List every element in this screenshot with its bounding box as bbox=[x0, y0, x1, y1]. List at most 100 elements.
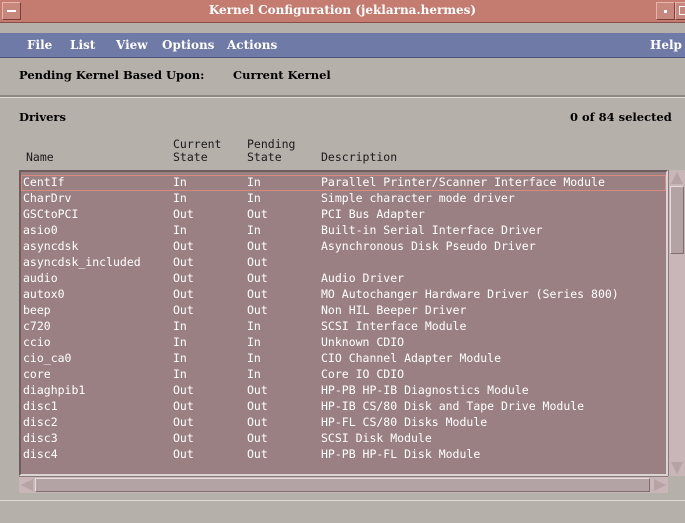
driver-name: disc3 bbox=[23, 431, 58, 445]
current-state: In bbox=[173, 335, 187, 349]
title-bar[interactable]: Kernel Configuration (jeklarna.hermes) bbox=[0, 0, 685, 23]
horizontal-scrollbar[interactable] bbox=[19, 476, 668, 493]
pending-state: In bbox=[247, 351, 261, 365]
driver-description: HP-PB HP-IB Diagnostics Module bbox=[321, 383, 529, 397]
column-header-description[interactable]: Description bbox=[321, 151, 397, 164]
drivers-list[interactable]: CentIf In In Parallel Printer/Scanner Inter… bbox=[19, 170, 668, 476]
current-state: Out bbox=[173, 431, 194, 445]
table-row[interactable]: cio_ca0 In In CIO Channel Adapter Module bbox=[21, 351, 666, 367]
driver-name: CharDrv bbox=[23, 191, 72, 205]
current-state: Out bbox=[173, 271, 194, 285]
current-state: Out bbox=[173, 399, 194, 413]
driver-name: cio_ca0 bbox=[23, 351, 72, 365]
table-row[interactable]: CharDrv In In Simple character mode driver bbox=[21, 191, 666, 207]
column-header-pending-state[interactable]: Pending State bbox=[247, 138, 295, 164]
table-row[interactable]: asyncdsk_included Out Out bbox=[21, 255, 666, 271]
table-row[interactable]: disc2 Out Out HP-FL CS/80 Disks Module bbox=[21, 415, 666, 431]
driver-description: HP-FL CS/80 Disks Module bbox=[321, 415, 488, 429]
column-header-name[interactable]: Name bbox=[26, 151, 54, 164]
table-row[interactable]: disc3 Out Out SCSI Disk Module bbox=[21, 431, 666, 447]
driver-name: GSCtoPCI bbox=[23, 207, 79, 221]
driver-name: c720 bbox=[23, 319, 51, 333]
driver-description: Core IO CDIO bbox=[321, 367, 405, 381]
pending-kernel-label: Pending Kernel Based Upon: bbox=[19, 68, 205, 82]
current-state: Out bbox=[173, 239, 194, 253]
minimize-icon bbox=[664, 10, 667, 13]
horizontal-scroll-thumb[interactable] bbox=[35, 478, 650, 492]
kernel-configuration-window: Kernel Configuration (jeklarna.hermes) F… bbox=[0, 0, 685, 523]
current-state: Out bbox=[173, 303, 194, 317]
driver-description: CIO Channel Adapter Module bbox=[321, 351, 502, 365]
menu-help[interactable]: Help bbox=[650, 38, 682, 52]
pending-state: In bbox=[247, 175, 261, 189]
driver-name: beep bbox=[23, 303, 51, 317]
current-state-header-line2: State bbox=[173, 150, 208, 164]
menu-actions[interactable]: Actions bbox=[227, 38, 277, 52]
menu-view[interactable]: View bbox=[116, 38, 148, 52]
current-state: In bbox=[173, 367, 187, 381]
window-title: Kernel Configuration (jeklarna.hermes) bbox=[208, 3, 477, 17]
driver-name: asyncdsk bbox=[23, 239, 79, 253]
driver-description: Parallel Printer/Scanner Interface Modul… bbox=[321, 175, 605, 189]
current-state: In bbox=[173, 175, 187, 189]
table-row[interactable]: disc1 Out Out HP-IB CS/80 Disk and Tape Dri… bbox=[21, 399, 666, 415]
driver-description: MO Autochanger Hardware Driver (Series 8… bbox=[321, 287, 619, 301]
table-row[interactable]: GSCtoPCI Out Out PCI Bus Adapter bbox=[21, 207, 666, 223]
scroll-left-arrow-icon[interactable] bbox=[21, 479, 33, 491]
pending-kernel-value: Current Kernel bbox=[233, 68, 331, 82]
driver-name: disc1 bbox=[23, 399, 58, 413]
pending-state: Out bbox=[247, 399, 268, 413]
scroll-up-arrow-icon[interactable] bbox=[671, 172, 683, 184]
table-row[interactable]: diaghpib1 Out Out HP-PB HP-IB Diagnostics M… bbox=[21, 383, 666, 399]
driver-description: HP-IB CS/80 Disk and Tape Drive Module bbox=[321, 399, 585, 413]
pending-kernel-row: Pending Kernel Based Upon: Current Kerne… bbox=[19, 68, 331, 82]
table-row[interactable]: asio0 In In Built-in Serial Interface Drive… bbox=[21, 223, 666, 239]
maximize-button[interactable] bbox=[675, 2, 685, 20]
menu-list[interactable]: List bbox=[70, 38, 95, 52]
pending-state: Out bbox=[247, 287, 268, 301]
pending-state: Out bbox=[247, 239, 268, 253]
vertical-scroll-thumb[interactable] bbox=[670, 186, 684, 254]
table-row[interactable]: c720 In In SCSI Interface Module bbox=[21, 319, 666, 335]
pending-state: Out bbox=[247, 255, 268, 269]
table-row[interactable]: asyncdsk Out Out Asynchronous Disk Pseudo D… bbox=[21, 239, 666, 255]
pending-state: In bbox=[247, 319, 261, 333]
driver-name: audio bbox=[23, 271, 58, 285]
scroll-right-arrow-icon[interactable] bbox=[654, 479, 666, 491]
drivers-title: Drivers bbox=[19, 110, 66, 124]
pending-state: Out bbox=[247, 415, 268, 429]
pending-state: In bbox=[247, 367, 261, 381]
table-row[interactable]: autox0 Out Out MO Autochanger Hardware Driv… bbox=[21, 287, 666, 303]
driver-name: ccio bbox=[23, 335, 51, 349]
driver-description: Simple character mode driver bbox=[321, 191, 515, 205]
driver-name: asyncdsk_included bbox=[23, 255, 141, 269]
current-state: Out bbox=[173, 383, 194, 397]
driver-description: Built-in Serial Interface Driver bbox=[321, 223, 543, 237]
pending-state: Out bbox=[247, 447, 268, 461]
table-row[interactable]: core In In Core IO CDIO bbox=[21, 367, 666, 383]
driver-name: CentIf bbox=[23, 175, 65, 189]
pending-state: In bbox=[247, 191, 261, 205]
pending-state: Out bbox=[247, 431, 268, 445]
table-row[interactable]: disc4 Out Out HP-PB HP-FL Disk Module bbox=[21, 447, 666, 463]
table-row[interactable]: beep Out Out Non HIL Beeper Driver bbox=[21, 303, 666, 319]
scroll-down-arrow-icon[interactable] bbox=[671, 462, 683, 474]
driver-name: disc4 bbox=[23, 447, 58, 461]
table-row[interactable]: audio Out Out Audio Driver bbox=[21, 271, 666, 287]
vertical-scrollbar[interactable] bbox=[668, 170, 685, 476]
current-state: Out bbox=[173, 207, 194, 221]
column-header-current-state[interactable]: Current State bbox=[173, 138, 221, 164]
table-row[interactable]: CentIf In In Parallel Printer/Scanner Inter… bbox=[21, 175, 666, 191]
driver-description: Audio Driver bbox=[321, 271, 405, 285]
pending-state: In bbox=[247, 223, 261, 237]
menu-options[interactable]: Options bbox=[162, 38, 214, 52]
driver-description: HP-PB HP-FL Disk Module bbox=[321, 447, 481, 461]
maximize-icon bbox=[679, 6, 685, 15]
table-row[interactable]: ccio In In Unknown CDIO bbox=[21, 335, 666, 351]
menu-file[interactable]: File bbox=[27, 38, 52, 52]
current-state: Out bbox=[173, 255, 194, 269]
minimize-button[interactable] bbox=[656, 2, 675, 20]
current-state: Out bbox=[173, 447, 194, 461]
driver-name: diaghpib1 bbox=[23, 383, 86, 397]
current-state: In bbox=[173, 223, 187, 237]
